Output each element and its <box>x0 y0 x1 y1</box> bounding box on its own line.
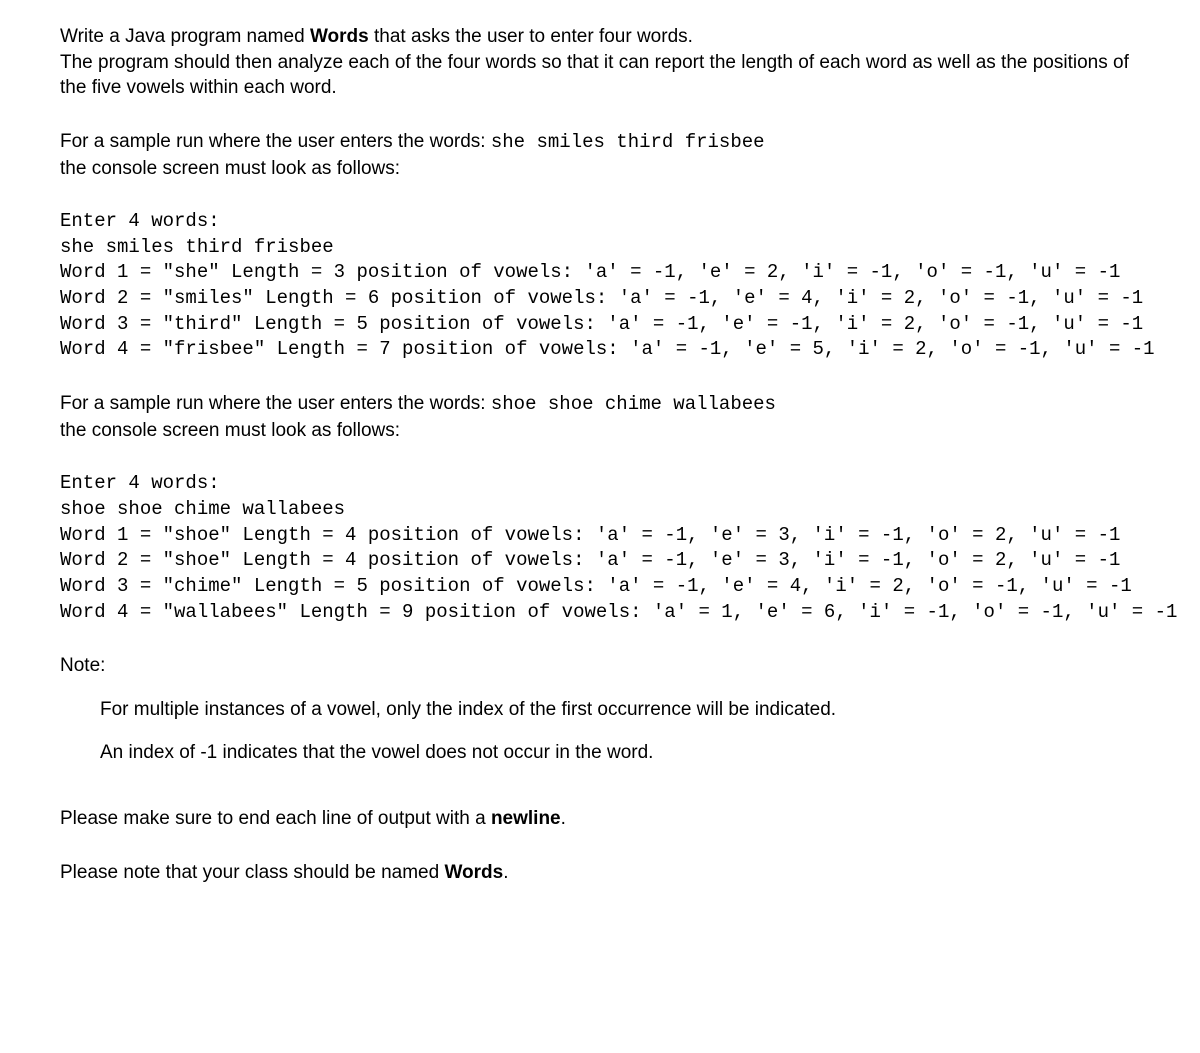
sample-input: shoe shoe chime wallabees <box>491 393 776 415</box>
intro-text: Write a Java program named <box>60 26 310 47</box>
class-name: Words <box>444 862 503 883</box>
sample-lead-text: For a sample run where the user enters t… <box>60 131 491 152</box>
sample-input: she smiles third frisbee <box>491 131 765 153</box>
program-name: Words <box>310 26 369 47</box>
footer-text: . <box>561 808 566 829</box>
intro-text: that asks the user to enter four words. <box>369 26 693 47</box>
footer-line-1: Please make sure to end each line of out… <box>60 806 1140 832</box>
note-item: For multiple instances of a vowel, only … <box>100 697 1140 723</box>
footer-text: . <box>503 862 508 883</box>
note-section: Note: For multiple instances of a vowel,… <box>60 653 1140 766</box>
sample1-lead: For a sample run where the user enters t… <box>60 129 1140 181</box>
console-output-1: Enter 4 words: she smiles third frisbee … <box>60 209 1140 363</box>
intro-text: The program should then analyze each of … <box>60 52 1129 99</box>
sample-lead-text: For a sample run where the user enters t… <box>60 393 491 414</box>
note-heading: Note: <box>60 653 1140 679</box>
sample2-lead: For a sample run where the user enters t… <box>60 391 1140 443</box>
sample-follow-text: the console screen must look as follows: <box>60 420 400 441</box>
sample-follow-text: the console screen must look as follows: <box>60 158 400 179</box>
footer-text: Please note that your class should be na… <box>60 862 444 883</box>
footer-text: Please make sure to end each line of out… <box>60 808 491 829</box>
intro-paragraph: Write a Java program named Words that as… <box>60 24 1140 101</box>
note-item: An index of -1 indicates that the vowel … <box>100 740 1140 766</box>
newline-word: newline <box>491 808 561 829</box>
console-output-2: Enter 4 words: shoe shoe chime wallabees… <box>60 471 1140 625</box>
footer-line-2: Please note that your class should be na… <box>60 860 1140 886</box>
